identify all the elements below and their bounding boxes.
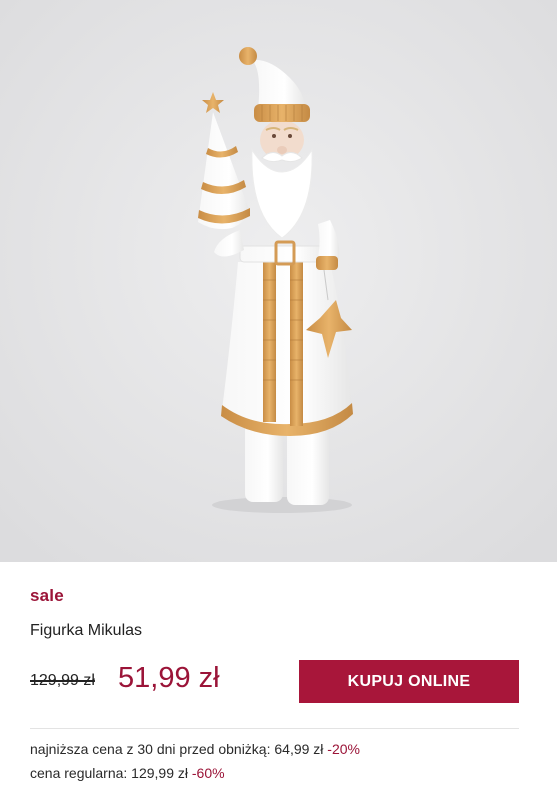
lowest-price-discount: -20% <box>327 741 360 757</box>
regular-price-note: cena regularna: 129,99 zł -60% <box>30 765 225 781</box>
divider <box>30 728 519 729</box>
buy-online-button[interactable]: KUPUJ ONLINE <box>299 660 519 703</box>
santa-figurine-illustration <box>0 0 557 562</box>
old-price: 129,99 zł <box>30 672 95 689</box>
regular-price-discount: -60% <box>191 765 225 781</box>
new-price: 51,99 zł <box>118 662 220 694</box>
product-info: sale Figurka Mikulas 129,99 zł 51,99 zł … <box>0 562 557 800</box>
product-name[interactable]: Figurka Mikulas <box>30 622 142 640</box>
lowest-price-note: najniższa cena z 30 dni przed obniżką: 6… <box>30 741 360 757</box>
product-image[interactable] <box>0 0 557 562</box>
lowest-price-label: najniższa cena z 30 dni przed obniżką: 6… <box>30 741 324 757</box>
regular-price-label: cena regularna: 129,99 zł <box>30 765 188 781</box>
product-card: sale Figurka Mikulas 129,99 zł 51,99 zł … <box>0 0 557 800</box>
sale-badge: sale <box>30 586 64 605</box>
